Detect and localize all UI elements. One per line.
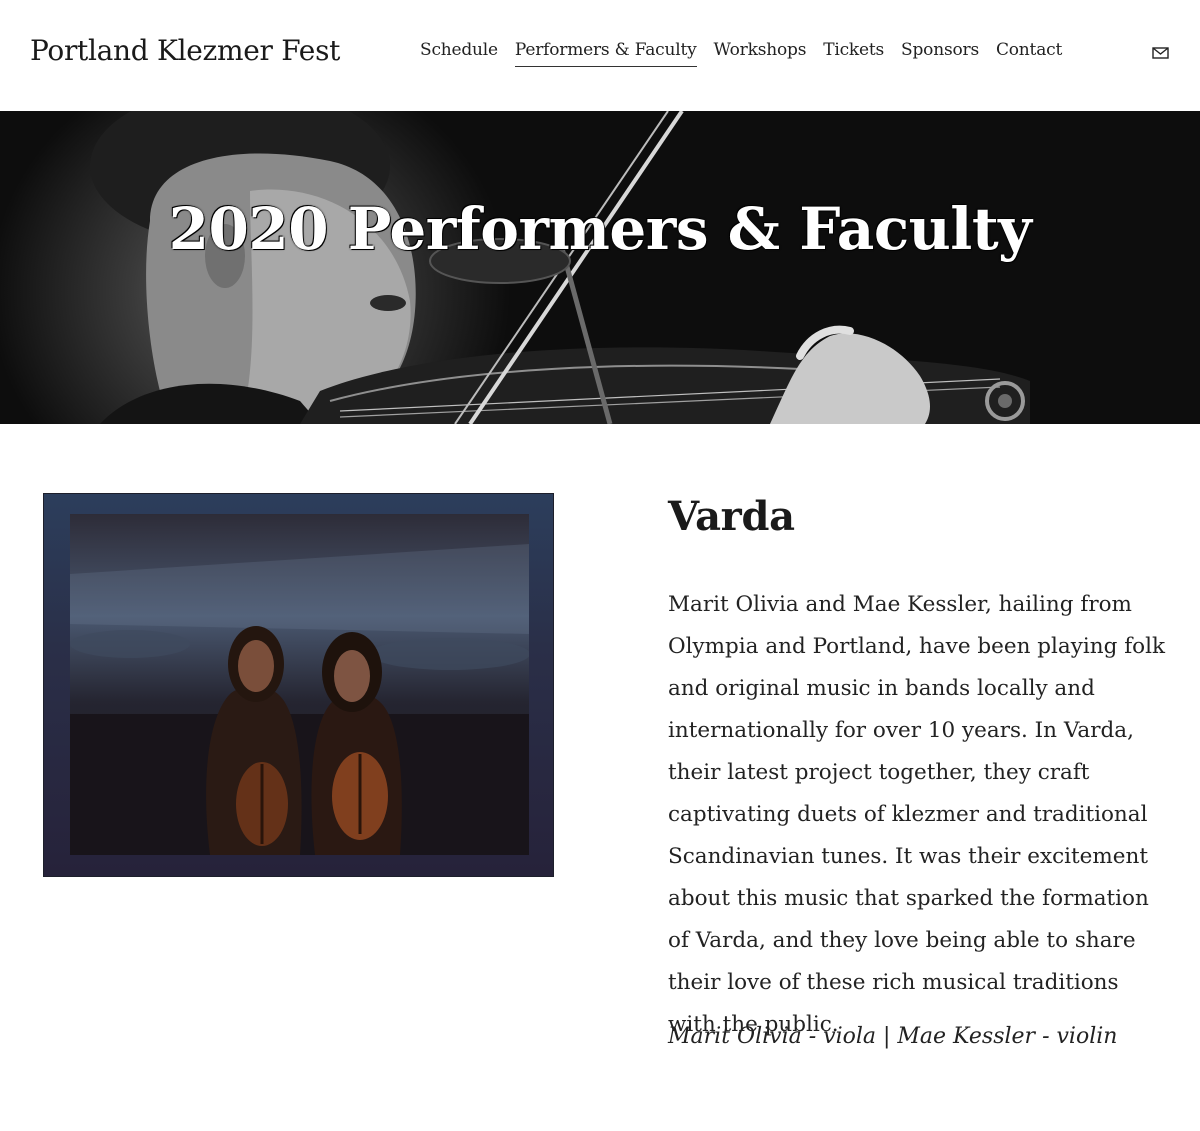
nav-item-workshops[interactable]: Workshops bbox=[714, 40, 807, 67]
nav-item-sponsors[interactable]: Sponsors bbox=[901, 40, 979, 67]
main-nav: Schedule Performers & Faculty Workshops … bbox=[420, 40, 1062, 67]
nav-item-performers-faculty[interactable]: Performers & Faculty bbox=[514, 40, 697, 67]
performer-name: Varda bbox=[668, 493, 795, 540]
photo-inner-frame bbox=[70, 514, 529, 855]
performer-credits: Marit Olivia - viola | Mae Kessler - vio… bbox=[668, 1024, 1118, 1049]
hero-banner: 2020 Performers & Faculty bbox=[0, 111, 1200, 424]
nav-item-contact[interactable]: Contact bbox=[996, 40, 1062, 67]
page-title: 2020 Performers & Faculty bbox=[168, 195, 1032, 263]
nav-item-tickets[interactable]: Tickets bbox=[823, 40, 884, 67]
duo-with-violins-photo bbox=[43, 493, 554, 877]
nav-item-schedule[interactable]: Schedule bbox=[420, 40, 498, 67]
site-title[interactable]: Portland Klezmer Fest bbox=[30, 34, 340, 67]
site-header: Portland Klezmer Fest Schedule Performer… bbox=[0, 0, 1200, 111]
performer-bio: Marit Olivia and Mae Kessler, hailing fr… bbox=[668, 592, 1166, 1037]
envelope-icon[interactable] bbox=[1152, 45, 1170, 59]
violinist-photo bbox=[90, 111, 1030, 424]
